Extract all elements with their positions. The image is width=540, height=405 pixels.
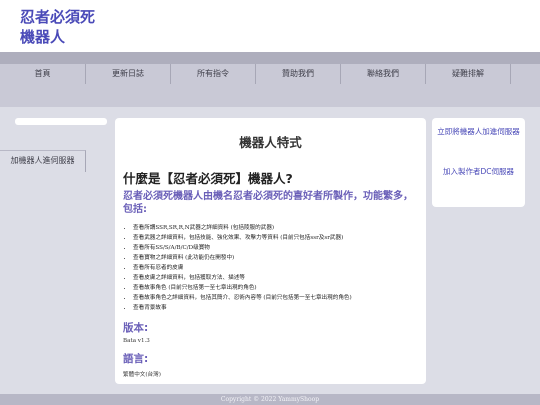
- join-dc-server-link[interactable]: 加入製作者DC伺服器: [436, 166, 521, 178]
- list-item: 查看所謂SSR,SR,R,N武器之詳細資料 (包括陵服的武器): [133, 223, 433, 233]
- list-item: 查看皮膚之詳細資料，包括獲取方法、描述等: [133, 273, 433, 283]
- version-heading: 版本:: [123, 322, 149, 334]
- nav-item-troubleshoot[interactable]: 疑難排解: [426, 64, 511, 84]
- left-panel: [15, 118, 107, 125]
- site-title-line2: 機器人: [20, 28, 66, 46]
- nav-item-changelog[interactable]: 更新日誌: [86, 64, 171, 84]
- intro-text: 忍者必須死機器人由機名忍者必須死的喜好者所製作，功能繁多，包括:: [123, 191, 413, 215]
- language-value: 繁體中文(台灣): [123, 372, 161, 378]
- list-item: 查看故事角色 (目前只包括第一至七章出現的角色): [133, 283, 433, 293]
- nav-item-add-bot[interactable]: 加機器人進伺服器: [0, 151, 85, 171]
- list-item: 查看寶物之詳細資料 (此功能仍在開發中): [133, 253, 433, 263]
- list-item: 查看所有SS/S/A/B/C/D级寶物: [133, 243, 433, 253]
- site-header: 忍者必須死 機器人: [0, 0, 540, 52]
- main-nav: 首頁 更新日誌 所有指令 贊助我們 聯絡我們 疑難排解 加機器人進伺服器: [0, 64, 540, 172]
- page-title: 機器人特式: [239, 135, 302, 150]
- add-bot-link[interactable]: 立即將機器人加進伺服器: [436, 126, 521, 138]
- nav-item-contact[interactable]: 聯絡我們: [341, 64, 426, 84]
- main-content: 機器人特式 什麼是【忍者必須死】機器人? 忍者必須死機器人由機名忍者必須死的喜好…: [115, 118, 426, 384]
- footer-copyright: Copyright © 2022 YammyShoop: [0, 394, 540, 405]
- language-heading: 語言:: [123, 353, 149, 365]
- list-item: 查看故事角色之詳細資料，包括其簡介、忍術內容等 (目前只包括第一至七章出現的角色…: [133, 293, 433, 303]
- nav-item-commands[interactable]: 所有指令: [171, 64, 256, 84]
- nav-row2-cell: 加機器人進伺服器: [0, 150, 86, 172]
- right-sidebar: 立即將機器人加進伺服器 加入製作者DC伺服器: [432, 118, 525, 207]
- list-item: 查看背景故事: [133, 303, 433, 313]
- site-title-line1: 忍者必須死: [20, 8, 96, 26]
- site-title[interactable]: 忍者必須死 機器人: [20, 7, 95, 47]
- nav-top-bar: [0, 52, 540, 64]
- feature-list: 查看所謂SSR,SR,R,N武器之詳細資料 (包括陵服的武器) 查看武器之詳細資…: [123, 223, 433, 313]
- version-value: Bata v1.3: [123, 338, 150, 344]
- nav-item-home[interactable]: 首頁: [0, 64, 86, 84]
- nav-item-sponsor[interactable]: 贊助我們: [256, 64, 341, 84]
- what-is-heading: 什麼是【忍者必須死】機器人?: [123, 171, 293, 186]
- list-item: 查看所有忍者的皮膚: [133, 263, 433, 273]
- list-item: 查看武器之詳細資料，包括技能、強化效果、攻擊力等資料 (目前只包括ssr及sr武…: [133, 233, 433, 243]
